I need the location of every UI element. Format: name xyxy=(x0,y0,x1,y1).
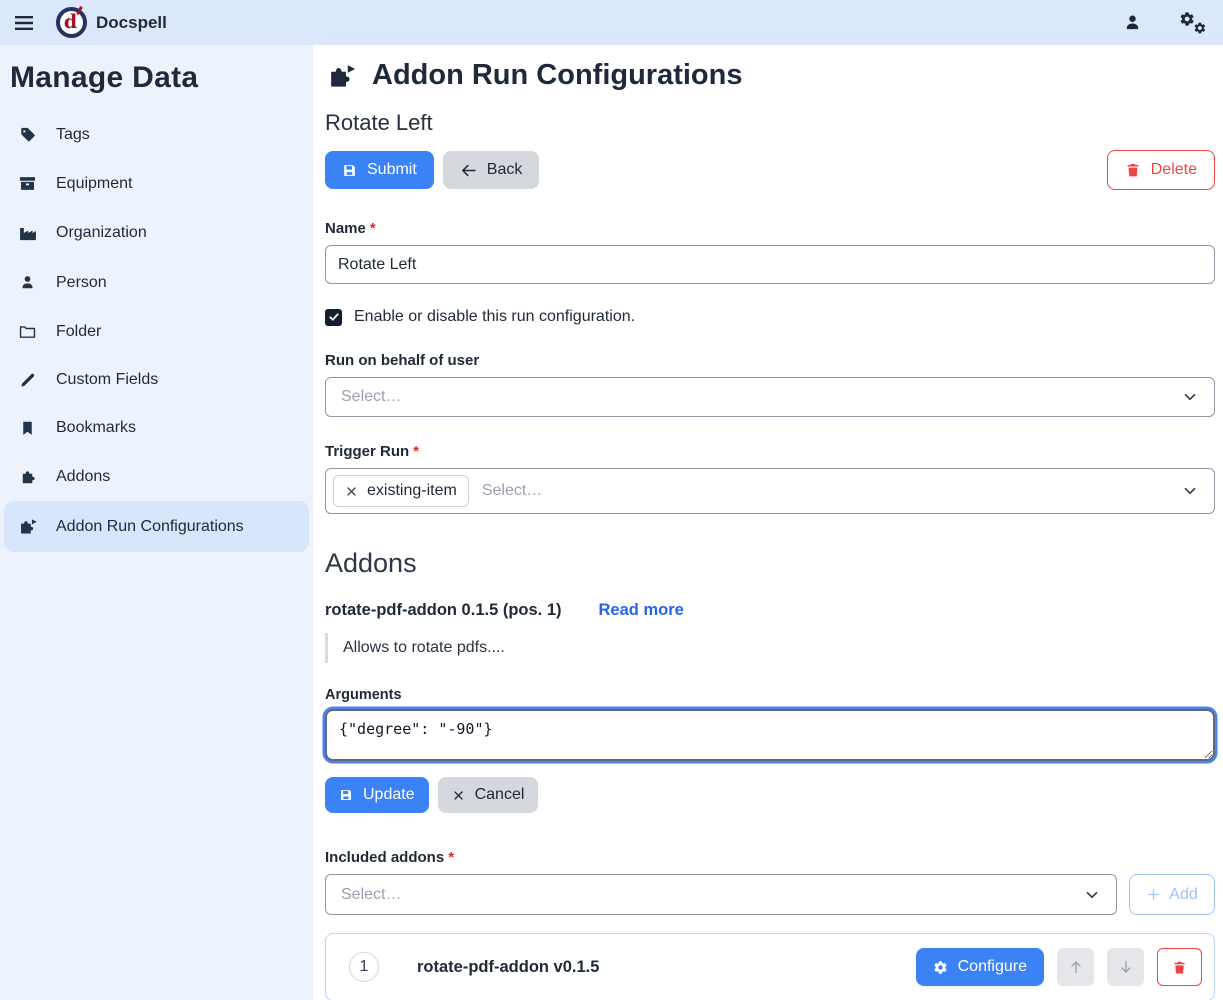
trigger-chip[interactable]: existing-item xyxy=(333,475,469,507)
save-icon xyxy=(339,788,353,802)
arrow-left-icon xyxy=(460,162,477,179)
puzzle-icon xyxy=(17,467,38,486)
selected-addon-description: Allows to rotate pdfs.... xyxy=(325,633,1215,663)
app-logo[interactable]: d xyxy=(56,7,87,38)
sidebar-item-addons[interactable]: Addons xyxy=(4,452,309,501)
name-input[interactable] xyxy=(325,245,1215,284)
run-user-placeholder: Select… xyxy=(341,388,401,406)
puzzle-run-icon xyxy=(325,61,357,91)
update-button[interactable]: Update xyxy=(325,777,429,813)
person-icon xyxy=(17,273,38,292)
sidebar-item-bookmarks[interactable]: Bookmarks xyxy=(4,404,309,452)
sidebar: Manage Data Tags Equipment Organization … xyxy=(0,45,313,1000)
sidebar-item-label: Person xyxy=(56,274,107,292)
selected-addon-title: rotate-pdf-addon 0.1.5 (pos. 1) xyxy=(325,601,562,620)
sidebar-item-person[interactable]: Person xyxy=(4,258,309,307)
configure-button[interactable]: Configure xyxy=(916,948,1044,986)
sidebar-item-label: Tags xyxy=(56,126,90,144)
app-name[interactable]: Docspell xyxy=(96,13,167,33)
run-user-label: Run on behalf of user xyxy=(325,352,1215,369)
addon-position-badge: 1 xyxy=(349,952,379,982)
bookmark-icon xyxy=(17,420,38,437)
topbar: d Docspell xyxy=(0,0,1223,45)
addon-row: 1 rotate-pdf-addon v0.1.5 Configure xyxy=(325,933,1215,1000)
addon-row-actions: Configure xyxy=(916,948,1202,986)
trash-icon xyxy=(1125,162,1141,178)
delete-button[interactable]: Delete xyxy=(1107,150,1215,190)
included-addons-label: Included addons* xyxy=(325,849,1215,866)
trigger-placeholder: Select… xyxy=(482,482,542,500)
sidebar-item-custom-fields[interactable]: Custom Fields xyxy=(4,356,309,404)
hamburger-menu-icon[interactable] xyxy=(12,11,38,35)
enable-checkbox[interactable] xyxy=(325,309,342,326)
sidebar-item-label: Equipment xyxy=(56,175,133,193)
sidebar-item-label: Addon Run Configurations xyxy=(56,518,244,536)
included-addons-row: Select… Add xyxy=(325,874,1215,915)
remove-addon-button[interactable] xyxy=(1157,948,1202,986)
trigger-label: Trigger Run* xyxy=(325,443,1215,460)
sidebar-item-organization[interactable]: Organization xyxy=(4,208,309,258)
action-row: Submit Back Delete xyxy=(325,150,1215,190)
included-addons-placeholder: Select… xyxy=(341,886,401,904)
gear-icon xyxy=(933,960,948,975)
arguments-actions: Update Cancel xyxy=(325,777,1215,813)
included-addons-select[interactable]: Select… xyxy=(325,874,1117,915)
back-button[interactable]: Back xyxy=(443,151,540,189)
trigger-chip-label: existing-item xyxy=(367,482,457,500)
sidebar-nav: Tags Equipment Organization Person Folde… xyxy=(4,111,309,552)
add-addon-button[interactable]: Add xyxy=(1129,874,1215,915)
config-name: Rotate Left xyxy=(325,110,1215,136)
page-title: Addon Run Configurations xyxy=(372,59,743,92)
addons-section-heading: Addons xyxy=(325,548,1215,579)
folder-icon xyxy=(17,322,38,341)
x-icon xyxy=(452,789,465,802)
chevron-down-icon xyxy=(1181,482,1199,500)
box-icon xyxy=(17,174,38,193)
move-down-button[interactable] xyxy=(1107,948,1144,986)
sidebar-item-label: Folder xyxy=(56,323,101,341)
enable-checkbox-label: Enable or disable this run configuration… xyxy=(354,308,635,326)
submit-button[interactable]: Submit xyxy=(325,151,434,189)
trash-icon xyxy=(1172,960,1187,975)
read-more-link[interactable]: Read more xyxy=(599,601,684,620)
trigger-select[interactable]: existing-item Select… xyxy=(325,468,1215,514)
sidebar-title: Manage Data xyxy=(10,61,309,95)
sidebar-item-label: Organization xyxy=(56,224,147,242)
sidebar-item-folder[interactable]: Folder xyxy=(4,307,309,356)
arrow-down-icon xyxy=(1118,959,1134,975)
plus-icon xyxy=(1146,887,1161,902)
cancel-button[interactable]: Cancel xyxy=(438,777,539,813)
puzzle-run-icon xyxy=(17,516,38,537)
selected-addon-header: rotate-pdf-addon 0.1.5 (pos. 1) Read mor… xyxy=(325,601,1215,620)
arrow-up-icon xyxy=(1068,959,1084,975)
factory-icon xyxy=(17,223,38,243)
save-icon xyxy=(342,163,357,178)
main-content: Addon Run Configurations Rotate Left Sub… xyxy=(313,45,1223,1000)
arguments-label: Arguments xyxy=(325,687,1215,703)
sidebar-item-label: Custom Fields xyxy=(56,371,158,389)
page-header: Addon Run Configurations xyxy=(325,59,1215,92)
enable-checkbox-row: Enable or disable this run configuration… xyxy=(325,308,1215,326)
remove-x-icon[interactable] xyxy=(345,485,358,498)
sidebar-item-addon-run-configurations[interactable]: Addon Run Configurations xyxy=(4,501,309,552)
sidebar-item-label: Bookmarks xyxy=(56,419,136,437)
arguments-textarea[interactable]: {"degree": "-90"} xyxy=(325,709,1215,761)
sidebar-item-tags[interactable]: Tags xyxy=(4,111,309,159)
check-icon xyxy=(328,311,340,323)
tag-icon xyxy=(17,126,38,144)
user-icon[interactable] xyxy=(1122,12,1143,33)
pen-icon xyxy=(17,371,38,389)
cogs-icon[interactable] xyxy=(1179,11,1207,35)
addon-row-name: rotate-pdf-addon v0.1.5 xyxy=(417,958,599,977)
chevron-down-icon xyxy=(1083,886,1101,904)
sidebar-item-label: Addons xyxy=(56,468,110,486)
run-user-select[interactable]: Select… xyxy=(325,377,1215,417)
chevron-down-icon xyxy=(1181,388,1199,406)
sidebar-item-equipment[interactable]: Equipment xyxy=(4,159,309,208)
name-label: Name* xyxy=(325,220,1215,237)
move-up-button[interactable] xyxy=(1057,948,1094,986)
